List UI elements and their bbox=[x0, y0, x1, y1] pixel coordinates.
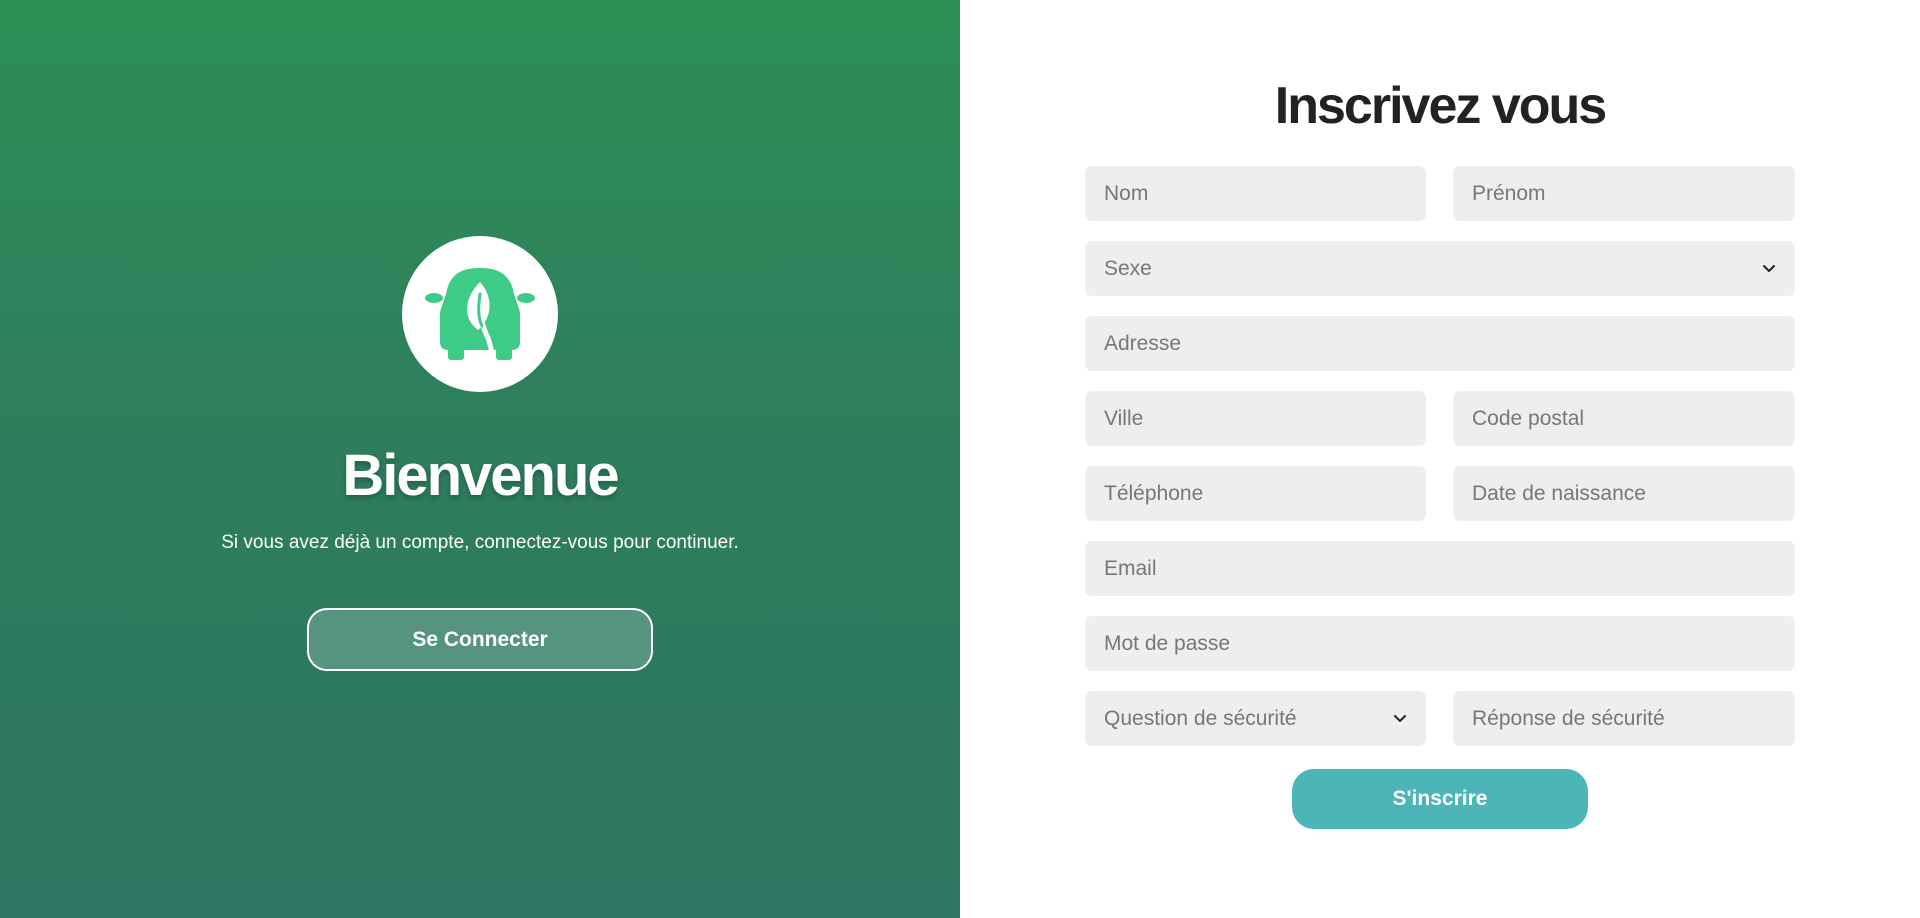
reponse-securite-input[interactable] bbox=[1453, 691, 1795, 746]
prenom-input[interactable] bbox=[1453, 166, 1795, 221]
chevron-down-icon bbox=[1394, 714, 1406, 722]
signup-form-panel: Inscrivez vous Sexe Question de sécurité… bbox=[960, 0, 1920, 918]
welcome-title: Bienvenue bbox=[342, 443, 619, 508]
signup-button[interactable]: S'inscrire bbox=[1292, 769, 1588, 829]
password-input[interactable] bbox=[1085, 616, 1795, 671]
ville-input[interactable] bbox=[1085, 391, 1426, 446]
code-postal-input[interactable] bbox=[1453, 391, 1795, 446]
question-securite-label: Question de sécurité bbox=[1104, 706, 1297, 730]
date-naissance-input[interactable] bbox=[1453, 466, 1795, 521]
login-button[interactable]: Se Connecter bbox=[307, 608, 653, 671]
signup-page: Bienvenue Si vous avez déjà un compte, c… bbox=[0, 0, 1920, 918]
car-leaf-icon bbox=[425, 268, 535, 363]
sexe-select-label: Sexe bbox=[1104, 256, 1152, 280]
nom-input[interactable] bbox=[1085, 166, 1426, 221]
welcome-subtitle: Si vous avez déjà un compte, connectez-v… bbox=[221, 532, 739, 553]
logo bbox=[402, 236, 558, 392]
adresse-input[interactable] bbox=[1085, 316, 1795, 371]
form-title: Inscrivez vous bbox=[1274, 77, 1607, 135]
welcome-panel: Bienvenue Si vous avez déjà un compte, c… bbox=[0, 0, 960, 918]
chevron-down-icon bbox=[1763, 264, 1775, 272]
telephone-input[interactable] bbox=[1085, 466, 1426, 521]
email-input[interactable] bbox=[1085, 541, 1795, 596]
sexe-select[interactable]: Sexe bbox=[1085, 241, 1795, 296]
question-securite-select[interactable]: Question de sécurité bbox=[1085, 691, 1426, 746]
